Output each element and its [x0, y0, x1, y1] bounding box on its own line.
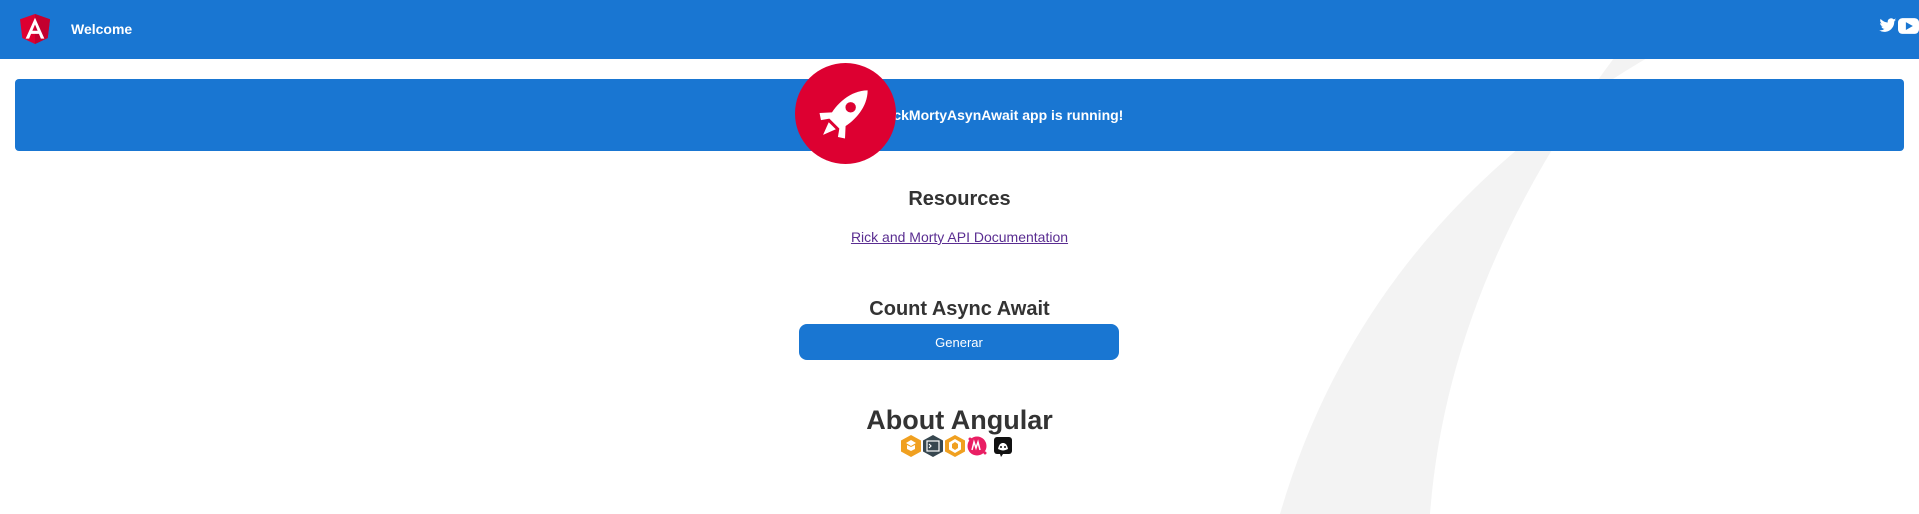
background-arc-decoration [1280, 0, 1760, 514]
top-toolbar: Welcome [0, 0, 1919, 59]
resource-link-container: Rick and Morty API Documentation [0, 229, 1919, 245]
angular-logo-icon [20, 14, 50, 44]
cli-icon[interactable] [922, 434, 944, 458]
generate-button[interactable]: Generar [799, 324, 1119, 360]
about-angular-icon-row [900, 434, 1015, 459]
resources-heading: Resources [908, 187, 1011, 210]
meetup-icon[interactable] [966, 434, 988, 458]
material-icon[interactable] [944, 434, 966, 458]
count-async-await-heading: Count Async Await [869, 297, 1050, 320]
rick-and-morty-api-link[interactable]: Rick and Morty API Documentation [851, 229, 1068, 245]
angular-welcome-page: Welcome rickMortyAsynAwait app is runnin… [0, 0, 1919, 514]
toolbar-title: Welcome [71, 21, 133, 37]
about-angular-heading: About Angular [866, 405, 1053, 436]
app-running-message: rickMortyAsynAwait app is running! [884, 107, 1124, 123]
youtube-icon[interactable] [1898, 18, 1919, 34]
angular-learn-icon[interactable] [900, 434, 922, 458]
twitter-icon[interactable] [1879, 18, 1897, 33]
rocket-icon [795, 63, 896, 164]
app-running-banner: rickMortyAsynAwait app is running! [15, 79, 1904, 151]
discord-icon[interactable] [992, 434, 1014, 458]
